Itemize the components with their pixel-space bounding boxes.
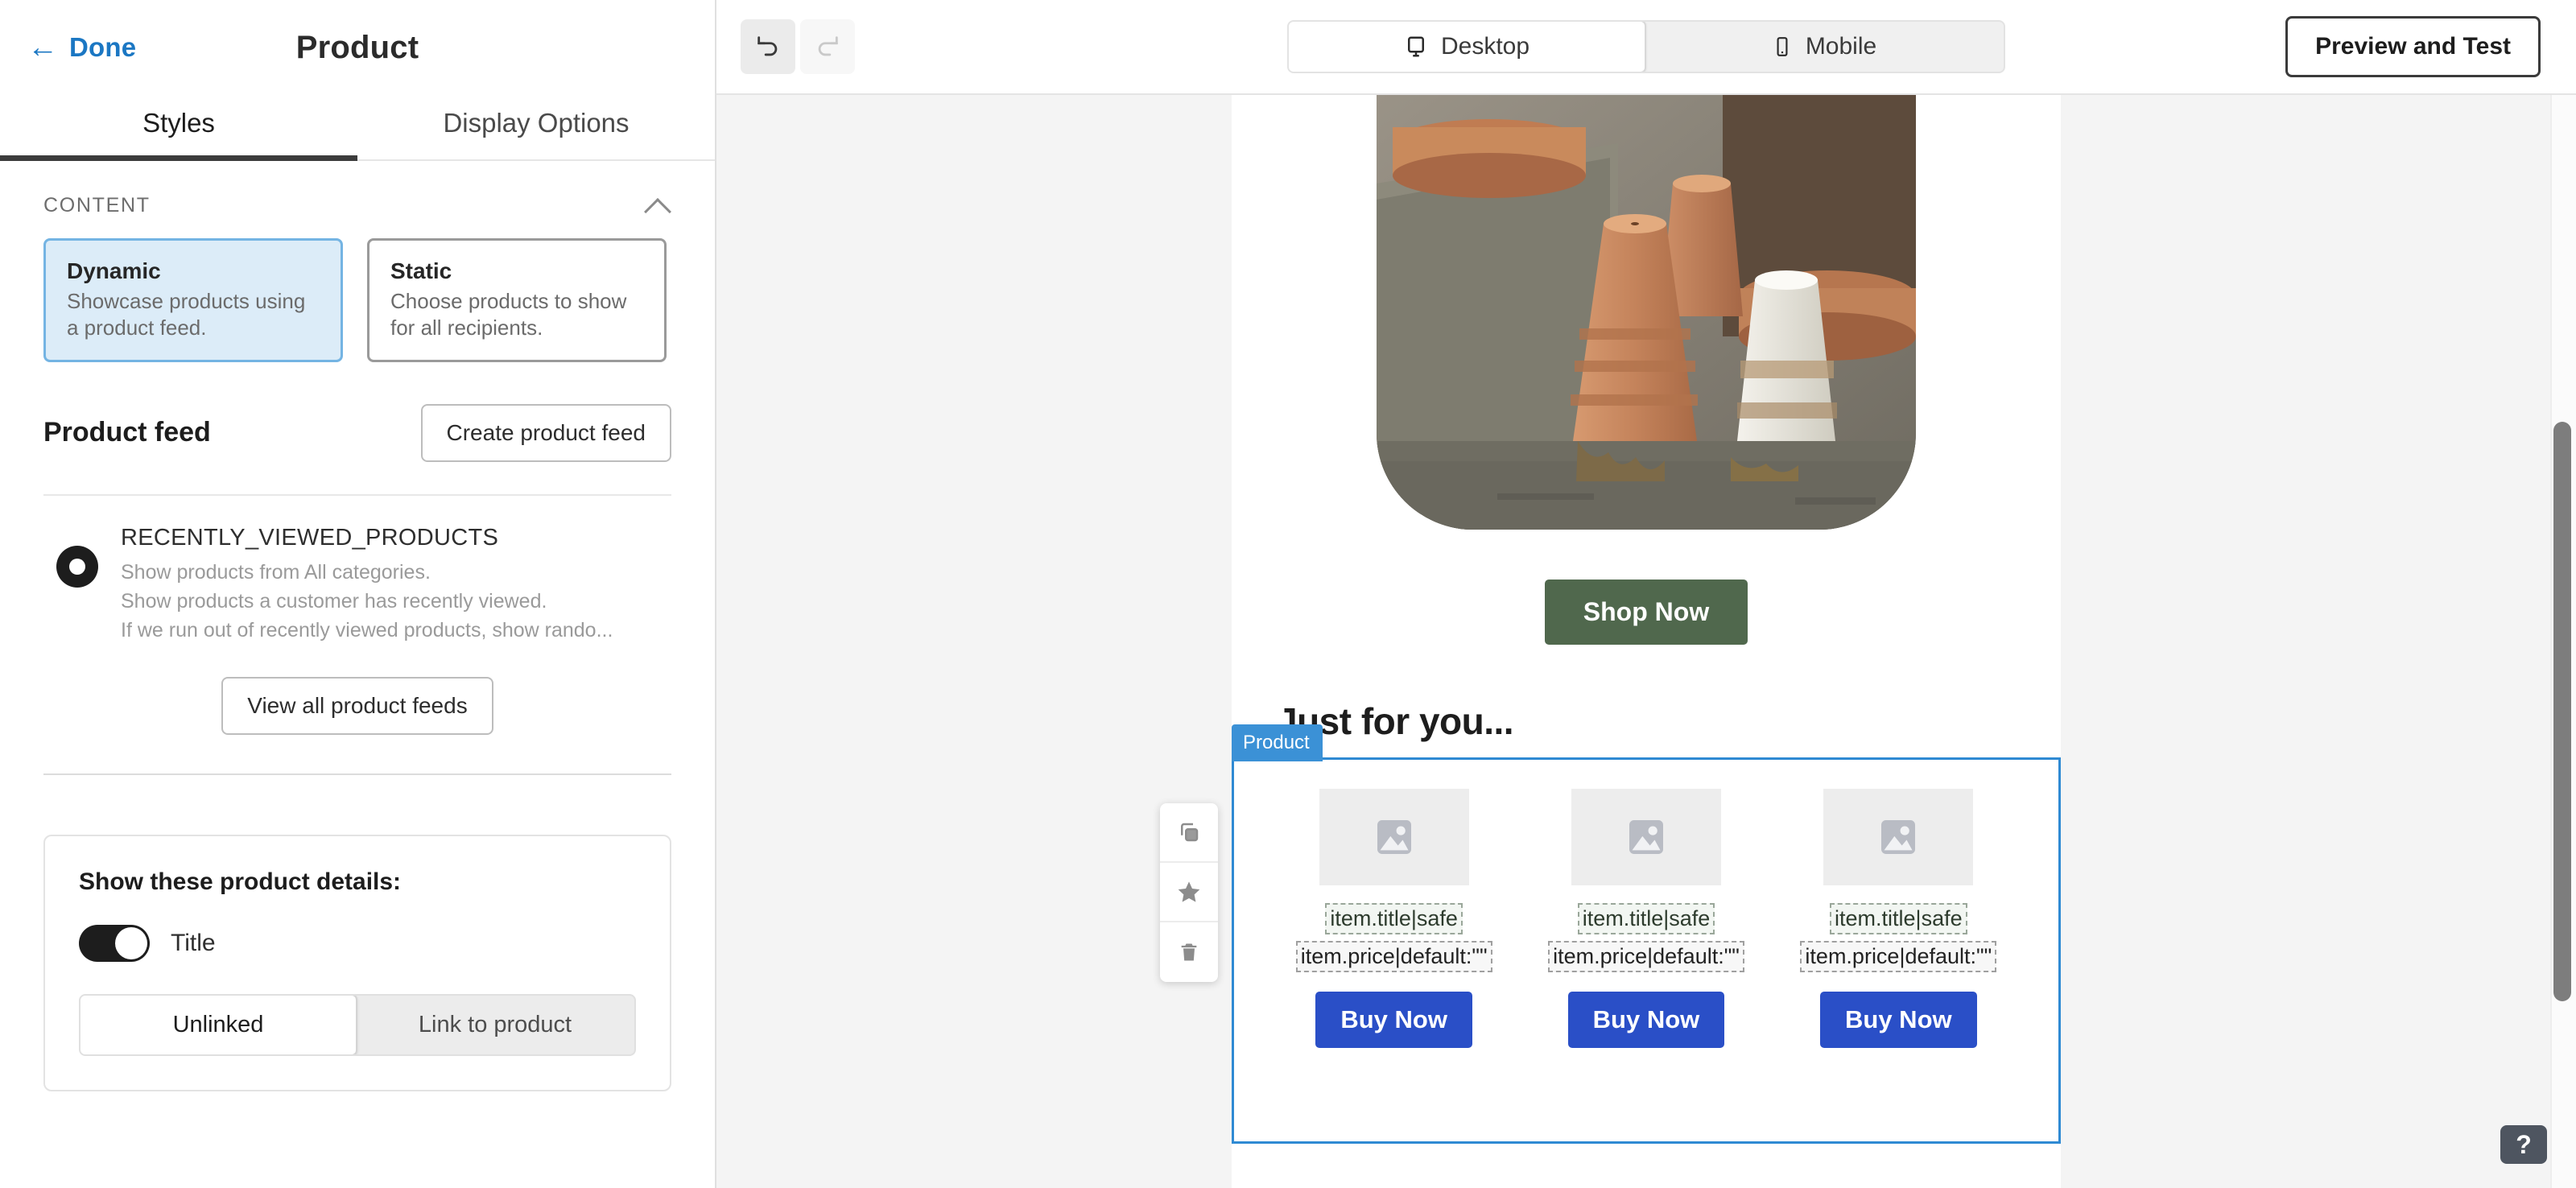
device-desktop[interactable]: Desktop <box>1289 22 1646 72</box>
email-editor-app: ← Done Product Styles Display Options CO… <box>0 0 2576 1188</box>
history-buttons <box>741 19 855 74</box>
hero-image[interactable] <box>1377 95 1916 530</box>
product-item[interactable]: item.title|safe item.price|default:"" Bu… <box>1268 789 1520 1048</box>
product-price-merge-tag[interactable]: item.price|default:"" <box>1548 941 1744 972</box>
buy-now-button[interactable]: Buy Now <box>1567 992 1725 1048</box>
device-desktop-label: Desktop <box>1440 33 1530 60</box>
phone-icon <box>1777 37 1788 56</box>
segment-unlinked[interactable]: Unlinked <box>80 996 357 1055</box>
image-placeholder-icon <box>1377 820 1411 854</box>
feed-option-line1: Show products from All categories. <box>121 560 431 584</box>
title-toggle-row: Title <box>79 925 636 963</box>
product-title-merge-tag[interactable]: item.title|safe <box>1830 903 1967 934</box>
block-toolbar <box>1160 803 1218 982</box>
segment-link-to-product[interactable]: Link to product <box>356 996 634 1054</box>
terracotta-pots-illustration <box>1377 95 1916 530</box>
tab-styles[interactable]: Styles <box>0 95 357 161</box>
product-price-merge-tag[interactable]: item.price|default:"" <box>1800 941 1997 972</box>
product-price-merge-tag[interactable]: item.price|default:"" <box>1295 941 1492 972</box>
content-section-title: CONTENT <box>43 193 151 217</box>
radio-dot-icon <box>69 558 85 575</box>
device-preview-toggle: Desktop Mobile <box>1287 20 2005 73</box>
radio-recently-viewed-products[interactable] <box>56 545 98 588</box>
redo-icon <box>818 36 838 56</box>
buy-now-button[interactable]: Buy Now <box>1820 992 1977 1048</box>
feed-option-line3: If we run out of recently viewed product… <box>121 619 613 642</box>
product-grid: item.title|safe item.price|default:"" Bu… <box>1234 760 2058 1048</box>
feed-option-name: RECENTLY_VIEWED_PRODUCTS <box>121 524 499 551</box>
shop-now-wrap: Shop Now <box>1232 530 2061 645</box>
create-product-feed-button[interactable]: Create product feed <box>420 403 671 462</box>
product-feed-row: Product feed Create product feed <box>0 362 715 462</box>
choice-dynamic-desc: Showcase products using a product feed. <box>67 289 306 340</box>
email-canvas: Shop Now Just for you... Product item.ti… <box>716 95 2576 1188</box>
chevron-up-icon[interactable] <box>646 193 670 217</box>
buy-now-button[interactable]: Buy Now <box>1315 992 1472 1048</box>
section-divider <box>43 773 671 776</box>
selected-product-block[interactable]: Product item.title|safe item.price|defau… <box>1160 724 2061 1144</box>
page-title: Product <box>295 29 419 65</box>
editor-toolbar: Desktop Mobile Preview and Test <box>716 0 2576 95</box>
sidebar-header: ← Done Product <box>0 0 715 95</box>
product-image-placeholder[interactable] <box>1823 789 1974 885</box>
content-type-choices: Dynamic Showcase products using a produc… <box>0 238 715 362</box>
toggle-show-title[interactable] <box>79 925 150 963</box>
sidebar-body: CONTENT Dynamic Showcase products using … <box>0 161 715 1188</box>
product-details-card: Show these product details: Title Unlink… <box>43 835 671 1092</box>
feed-option-line2: Show products a customer has recently vi… <box>121 589 547 613</box>
view-all-wrap: View all product feeds <box>0 645 715 736</box>
toggle-title-label: Title <box>171 930 216 957</box>
product-item[interactable]: item.title|safe item.price|default:"" Bu… <box>1773 789 2025 1048</box>
tab-display-options[interactable]: Display Options <box>357 95 715 159</box>
feed-info: RECENTLY_VIEWED_PRODUCTS Show products f… <box>121 523 613 646</box>
favorite-block-button[interactable] <box>1160 863 1218 922</box>
vertical-scrollbar-thumb[interactable] <box>2553 422 2571 1001</box>
product-title-merge-tag[interactable]: item.title|safe <box>1577 903 1715 934</box>
view-all-product-feeds-button[interactable]: View all product feeds <box>221 677 493 736</box>
tab-display-options-label: Display Options <box>443 108 630 138</box>
product-image-placeholder[interactable] <box>1571 789 1721 885</box>
product-feed-option[interactable]: RECENTLY_VIEWED_PRODUCTS Show products f… <box>0 496 715 646</box>
link-mode-segmented-control: Unlinked Link to product <box>79 994 636 1057</box>
toggle-knob-icon <box>115 927 147 960</box>
vertical-scrollbar-track[interactable] <box>2550 95 2576 1188</box>
shop-now-button[interactable]: Shop Now <box>1544 580 1748 645</box>
delete-block-button[interactable] <box>1160 922 1218 982</box>
duplicate-block-button[interactable] <box>1160 803 1218 863</box>
settings-sidebar: ← Done Product Styles Display Options CO… <box>0 0 716 1188</box>
email-sheet: Shop Now Just for you... Product item.ti… <box>1160 95 2061 1188</box>
help-button[interactable]: ? <box>2500 1125 2547 1164</box>
choice-static-desc: Choose products to show for all recipien… <box>390 289 627 340</box>
undo-icon <box>758 36 778 56</box>
device-mobile-label: Mobile <box>1805 33 1877 60</box>
choice-card-static[interactable]: Static Choose products to show for all r… <box>367 238 667 362</box>
device-mobile[interactable]: Mobile <box>1645 22 2004 72</box>
product-image-placeholder[interactable] <box>1319 789 1469 885</box>
image-placeholder-icon <box>1629 820 1663 854</box>
image-placeholder-icon <box>1881 820 1916 854</box>
monitor-icon <box>1407 36 1424 57</box>
star-icon <box>1178 881 1200 902</box>
redo-button[interactable] <box>800 19 855 74</box>
duplicate-icon <box>1181 823 1199 842</box>
product-feed-label: Product feed <box>43 417 211 448</box>
choice-dynamic-title: Dynamic <box>67 258 161 283</box>
product-details-title: Show these product details: <box>79 868 402 896</box>
choice-static-title: Static <box>390 258 452 283</box>
tab-styles-label: Styles <box>142 108 215 138</box>
choice-card-dynamic[interactable]: Dynamic Showcase products using a produc… <box>43 238 343 362</box>
sidebar-tabs: Styles Display Options <box>0 95 715 161</box>
trash-icon <box>1181 943 1197 961</box>
undo-button[interactable] <box>741 19 795 74</box>
content-section-header[interactable]: CONTENT <box>0 161 715 238</box>
product-title-merge-tag[interactable]: item.title|safe <box>1325 903 1463 934</box>
editor-main: Desktop Mobile Preview and Test Shop Now… <box>716 0 2576 1188</box>
product-item[interactable]: item.title|safe item.price|default:"" Bu… <box>1520 789 1772 1048</box>
preview-and-test-button[interactable]: Preview and Test <box>2285 16 2541 77</box>
section-heading[interactable]: Just for you... <box>1232 645 2061 743</box>
block-type-badge: Product <box>1232 724 1323 761</box>
